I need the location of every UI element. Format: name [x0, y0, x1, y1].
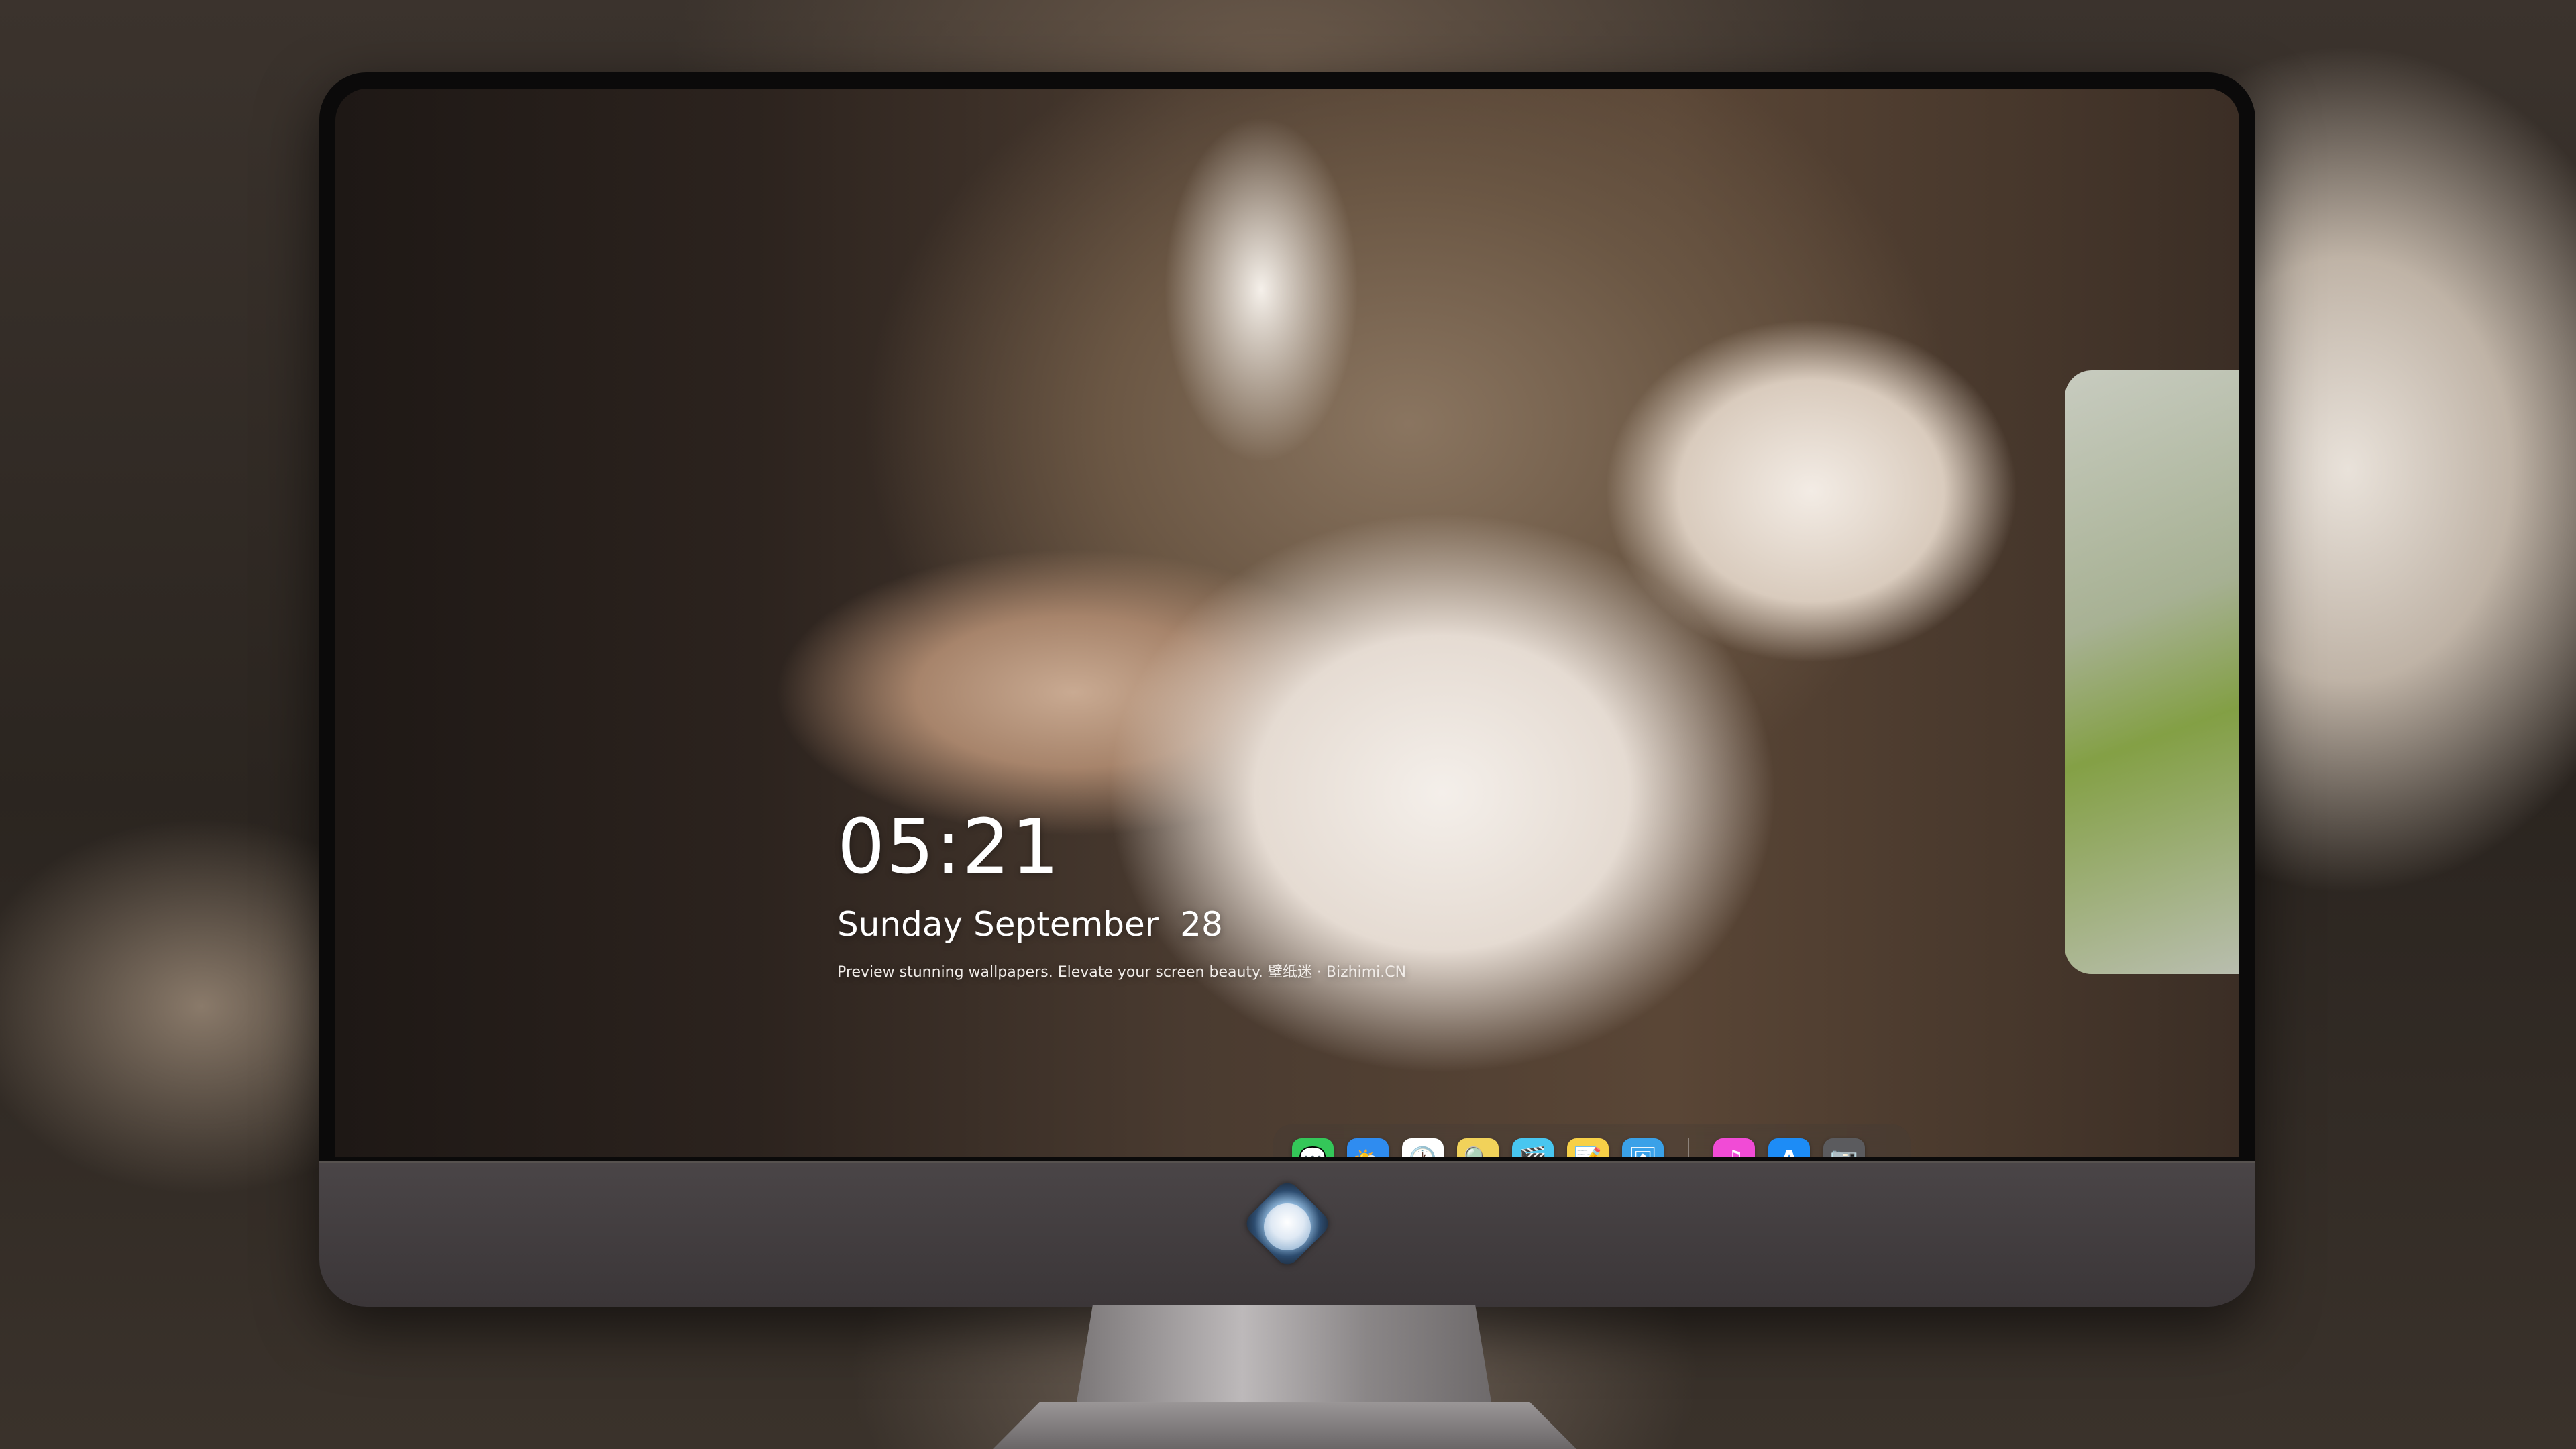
- photo-booth-icon[interactable]: 🖼: [1622, 1138, 1664, 1157]
- dock-separator: [1688, 1138, 1689, 1157]
- wallpaper-paper-bag: [2065, 370, 2239, 974]
- desktop-screen: 05:21 Sunday September 28 Preview stunni…: [335, 89, 2239, 1157]
- monitor-chin: [319, 1161, 2255, 1307]
- monitor-stand-base: [993, 1402, 1576, 1449]
- clips-icon[interactable]: 🎬: [1512, 1138, 1554, 1157]
- clock-icon[interactable]: 🕐: [1402, 1138, 1444, 1157]
- messages-icon[interactable]: 💬: [1292, 1138, 1334, 1157]
- preview-icon[interactable]: 🔍: [1457, 1138, 1499, 1157]
- clock-time: 05:21: [837, 804, 1061, 891]
- app-store-icon[interactable]: A: [1768, 1138, 1810, 1157]
- notes-icon[interactable]: 📝: [1567, 1138, 1609, 1157]
- camera-icon[interactable]: 📷: [1823, 1138, 1865, 1157]
- weather-icon[interactable]: ⛅: [1347, 1138, 1389, 1157]
- wallpaper-tagline: Preview stunning wallpapers. Elevate you…: [837, 964, 1407, 981]
- music-icon[interactable]: ♫: [1713, 1138, 1755, 1157]
- dock: 💬 ⛅ 🕐 🔍 🎬 📝 🖼 ♫ A 📷: [1273, 1124, 1911, 1157]
- monitor-stand: [1076, 1305, 1492, 1406]
- lock-screen-info: 05:21 Sunday September 28 Preview stunni…: [837, 810, 1406, 981]
- mascot-face-icon: [1264, 1203, 1311, 1250]
- clock-date: Sunday September 28: [837, 905, 1223, 944]
- monitor: 05:21 Sunday September 28 Preview stunni…: [319, 72, 2255, 1307]
